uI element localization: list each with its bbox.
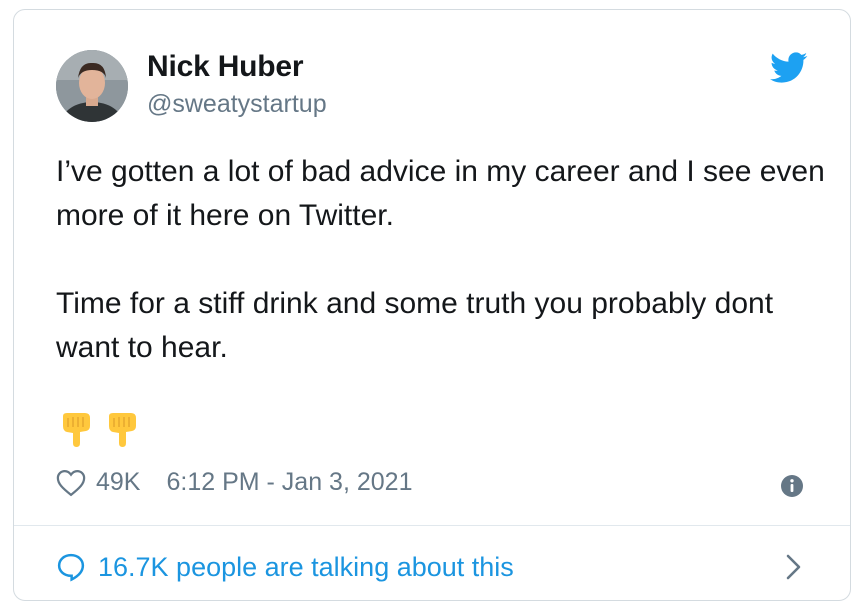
author-handle[interactable]: @sweatystartup xyxy=(147,90,327,119)
heart-icon[interactable] xyxy=(56,469,86,497)
author-name[interactable]: Nick Huber xyxy=(147,50,304,84)
conversation-link[interactable]: 16.7K people are talking about this xyxy=(56,547,816,587)
tweet-paragraph: I’ve gotten a lot of bad advice in my ca… xyxy=(56,155,825,232)
tweet-paragraph: Time for a stiff drink and some truth yo… xyxy=(56,287,774,364)
tweet-text: I’ve gotten a lot of bad advice in my ca… xyxy=(56,150,826,370)
tweet-meta: 49K 6:12 PM - Jan 3, 2021 xyxy=(56,468,412,497)
twitter-bird-icon[interactable] xyxy=(770,52,808,84)
emoji-row xyxy=(59,412,139,448)
avatar-image xyxy=(56,50,128,122)
tweet-card: Nick Huber @sweatystartup I’ve gotten a … xyxy=(13,9,851,601)
divider xyxy=(14,525,850,526)
avatar[interactable] xyxy=(56,50,128,122)
tweet-timestamp[interactable]: 6:12 PM - Jan 3, 2021 xyxy=(166,468,412,497)
speech-bubble-icon xyxy=(57,553,85,582)
info-icon[interactable] xyxy=(780,474,804,498)
conversation-text: 16.7K people are talking about this xyxy=(98,551,514,582)
chevron-right-icon[interactable] xyxy=(784,552,804,582)
like-count[interactable]: 49K xyxy=(96,468,140,497)
pointing-down-emoji-icon xyxy=(109,413,136,447)
pointing-down-emoji-icon xyxy=(63,413,90,447)
